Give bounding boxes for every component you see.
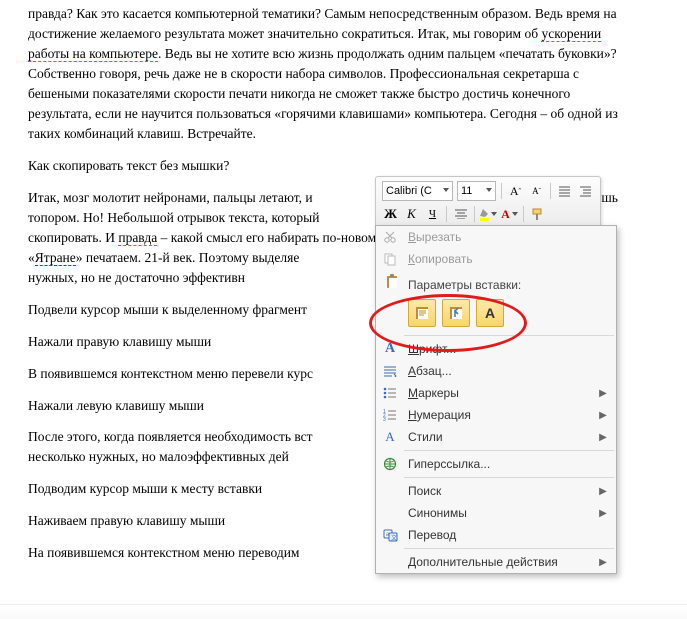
menu-numbering[interactable]: 123 Нумерация ▶ bbox=[376, 404, 616, 426]
decrease-indent-icon[interactable] bbox=[556, 183, 573, 200]
font-dialog-icon: A bbox=[376, 338, 404, 360]
highlight-color-icon[interactable] bbox=[480, 206, 497, 223]
copy-icon bbox=[376, 248, 404, 270]
italic-button[interactable]: К bbox=[403, 206, 420, 223]
styles-icon: A bbox=[376, 426, 404, 448]
menu-cut[interactable]: Вырезать bbox=[376, 226, 616, 248]
bold-button[interactable]: Ж bbox=[382, 206, 399, 223]
translate-icon: a文 bbox=[376, 524, 404, 546]
font-color-icon[interactable]: A bbox=[501, 206, 518, 223]
svg-text:文: 文 bbox=[391, 534, 397, 542]
increase-indent-icon[interactable] bbox=[577, 183, 594, 200]
clipboard-icon bbox=[382, 274, 402, 289]
paragraph[interactable]: Как скопировать текст без мышки? bbox=[28, 156, 634, 176]
underline-button[interactable]: Ч bbox=[424, 206, 441, 223]
paste-merge-formatting[interactable] bbox=[442, 299, 470, 327]
paste-text-only[interactable]: A bbox=[476, 299, 504, 327]
submenu-arrow-icon: ▶ bbox=[598, 557, 608, 568]
svg-text:3: 3 bbox=[383, 417, 386, 421]
menu-font[interactable]: A Шрифт... bbox=[376, 338, 616, 360]
align-center-icon[interactable] bbox=[452, 206, 469, 223]
grow-font-icon[interactable]: Aˆ bbox=[507, 183, 524, 200]
submenu-arrow-icon: ▶ bbox=[598, 410, 608, 421]
format-painter-icon[interactable] bbox=[529, 206, 546, 223]
submenu-arrow-icon: ▶ bbox=[598, 388, 608, 399]
bullets-icon bbox=[376, 382, 404, 404]
paragraph-icon bbox=[376, 360, 404, 382]
menu-additional-actions[interactable]: Дополнительные действия ▶ bbox=[376, 551, 616, 573]
menu-hyperlink[interactable]: Гиперссылка... bbox=[376, 453, 616, 475]
menu-copy[interactable]: Копировать bbox=[376, 248, 616, 270]
paste-options-row: A bbox=[376, 295, 616, 333]
context-menu: Вырезать Копировать Параметры вставки: A… bbox=[375, 225, 617, 574]
menu-paragraph[interactable]: Абзац... bbox=[376, 360, 616, 382]
paragraph[interactable]: правда? Как это касается компьютерной те… bbox=[28, 4, 634, 144]
menu-translate[interactable]: a文 Перевод bbox=[376, 524, 616, 546]
hyperlink-icon bbox=[376, 453, 404, 475]
paste-keep-formatting[interactable] bbox=[408, 299, 436, 327]
shrink-font-icon[interactable]: Aˇ bbox=[528, 183, 545, 200]
menu-bullets[interactable]: Маркеры ▶ bbox=[376, 382, 616, 404]
menu-search[interactable]: Поиск ▶ bbox=[376, 480, 616, 502]
submenu-arrow-icon: ▶ bbox=[598, 432, 608, 443]
menu-styles[interactable]: A Стили ▶ bbox=[376, 426, 616, 448]
mini-toolbar: Calibri (С 11 Aˆ Aˇ Ж К Ч A bbox=[375, 176, 601, 228]
submenu-arrow-icon: ▶ bbox=[598, 486, 608, 497]
numbering-icon: 123 bbox=[376, 404, 404, 426]
paste-options-header: Параметры вставки: bbox=[376, 270, 616, 295]
font-size-select[interactable]: 11 bbox=[457, 181, 496, 201]
font-family-select[interactable]: Calibri (С bbox=[382, 181, 453, 201]
page-footer-edge bbox=[0, 604, 687, 619]
submenu-arrow-icon: ▶ bbox=[598, 508, 608, 519]
scissors-icon bbox=[376, 226, 404, 248]
menu-synonyms[interactable]: Синонимы ▶ bbox=[376, 502, 616, 524]
